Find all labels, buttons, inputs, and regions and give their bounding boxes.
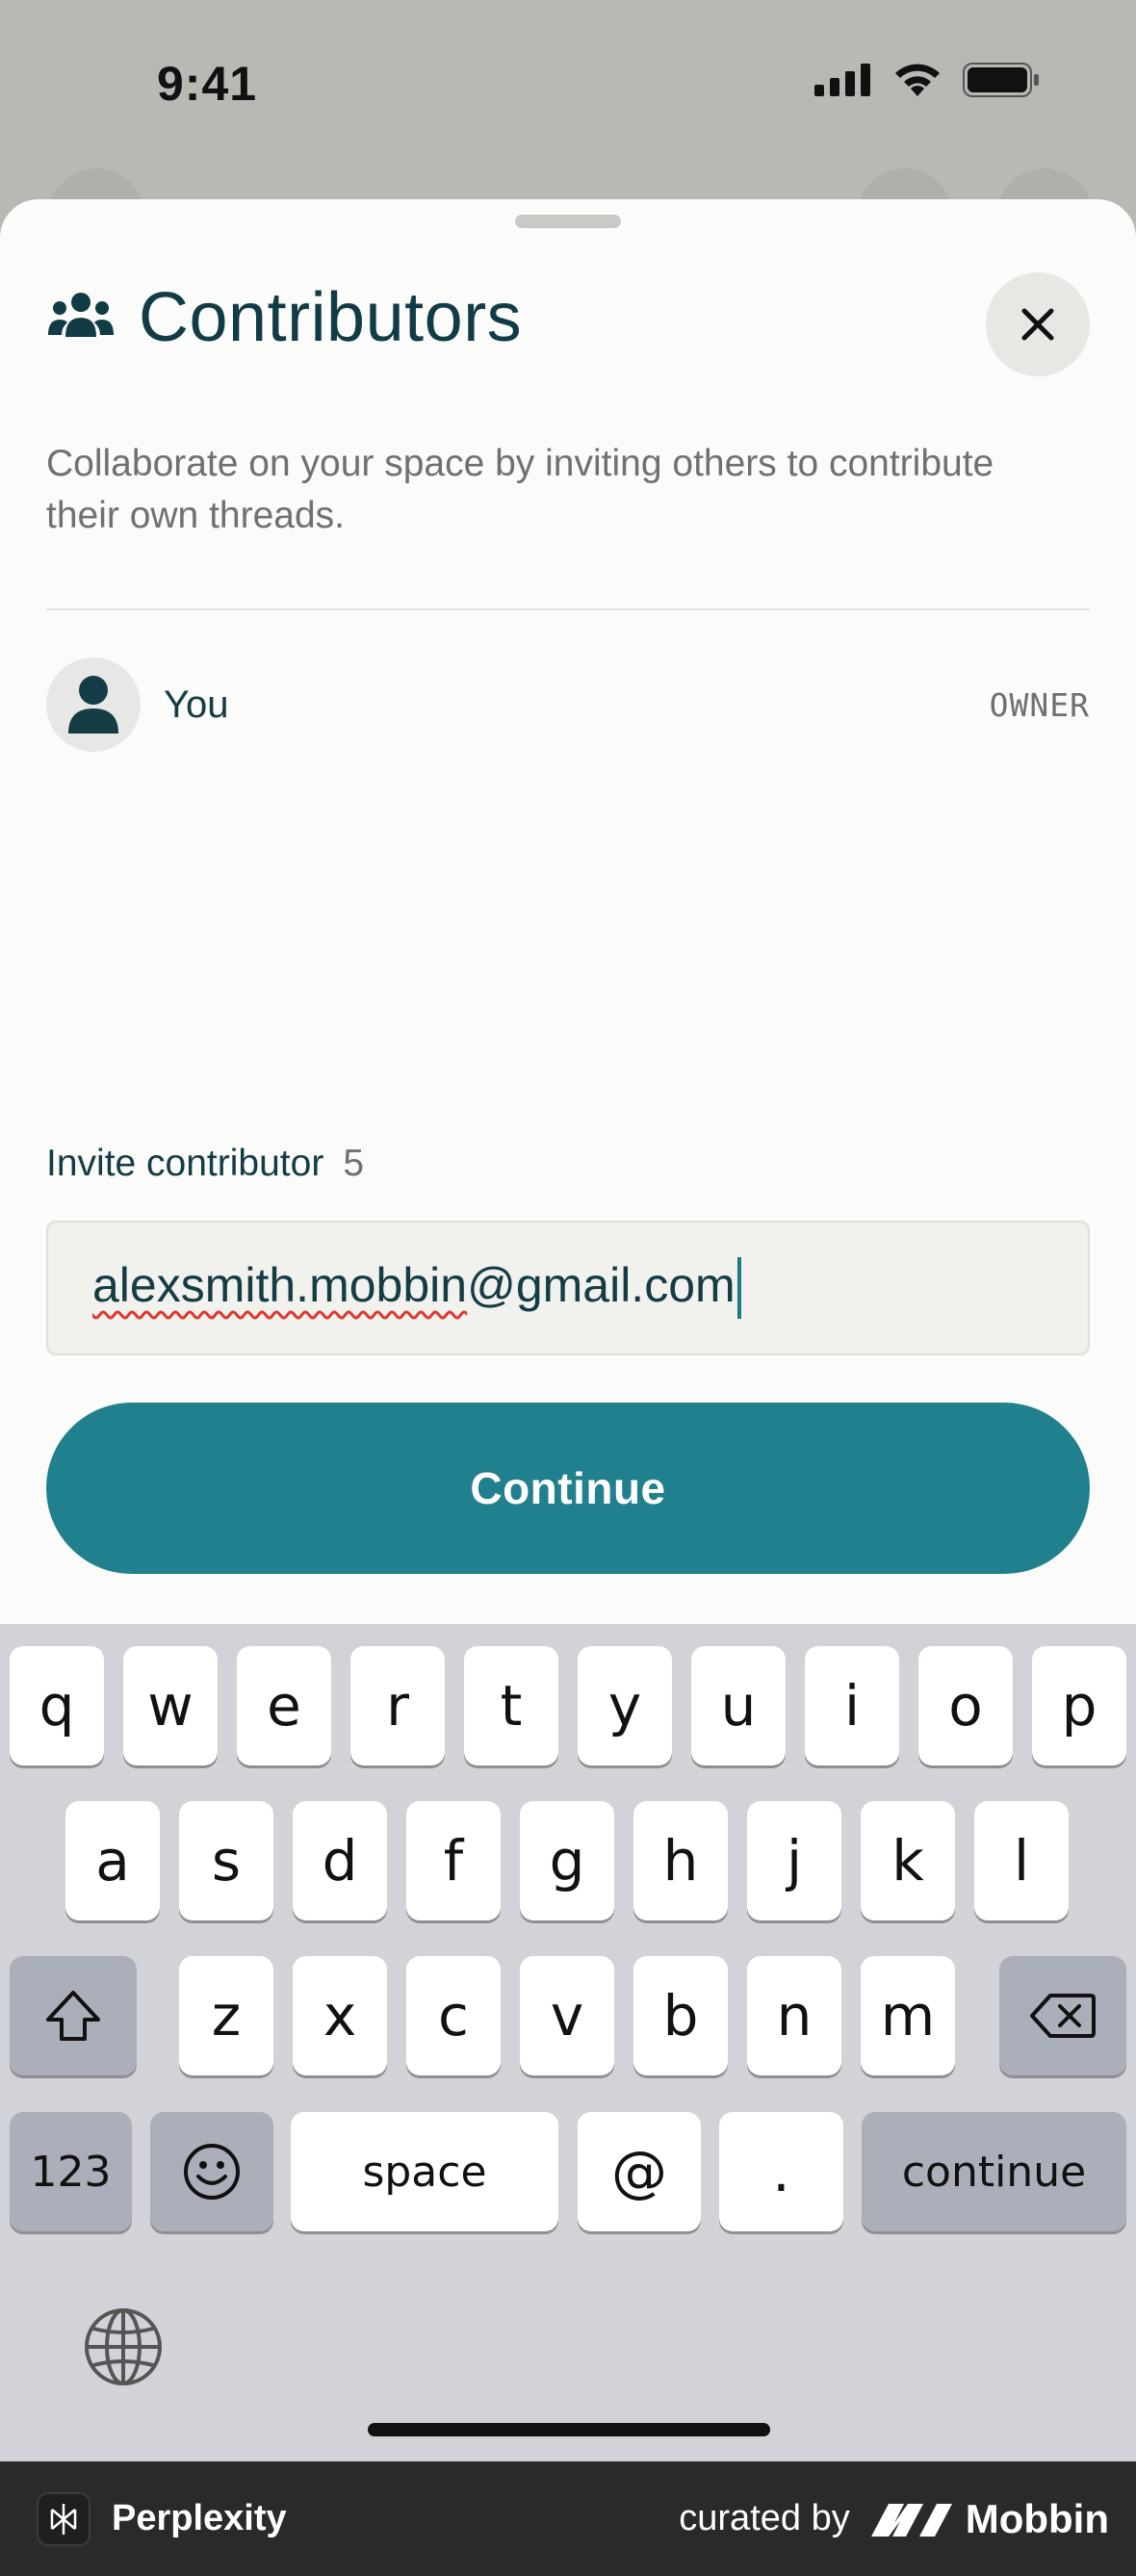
return-key[interactable]: continue — [862, 2112, 1126, 2231]
numbers-key[interactable]: 123 — [10, 2112, 132, 2231]
key-u[interactable]: u — [691, 1646, 786, 1765]
sheet-header: Contributors — [46, 278, 522, 357]
key-e[interactable]: e — [237, 1646, 331, 1765]
sheet-title: Contributors — [139, 279, 523, 356]
invite-label-text: Invite contributor — [46, 1143, 324, 1184]
email-value: alexsmith.mobbin@gmail.com — [92, 1257, 741, 1320]
app-name: Perplexity — [112, 2498, 287, 2538]
key-x[interactable]: x — [293, 1956, 387, 2075]
key-r[interactable]: r — [350, 1646, 445, 1765]
backspace-icon — [1030, 1994, 1096, 2038]
key-n[interactable]: n — [747, 1956, 841, 2075]
email-rest: @gmail.com — [467, 1257, 736, 1312]
sheet-description: Collaborate on your space by inviting ot… — [46, 443, 994, 536]
curator-brand: curated by Mobbin — [679, 2496, 1109, 2542]
shift-icon — [46, 1991, 100, 2041]
status-icons — [814, 62, 1040, 98]
sheet-grabber[interactable] — [515, 215, 621, 228]
key-f[interactable]: f — [406, 1801, 501, 1920]
key-k[interactable]: k — [861, 1801, 955, 1920]
divider — [46, 608, 1090, 610]
close-button[interactable] — [986, 272, 1090, 376]
member-row: You OWNER — [46, 657, 1090, 752]
avatar — [46, 657, 141, 752]
email-misspelled-part: alexsmith.mobbin — [92, 1257, 468, 1312]
key-o[interactable]: o — [918, 1646, 1013, 1765]
shift-key[interactable] — [10, 1956, 137, 2075]
space-key[interactable]: space — [291, 2112, 558, 2231]
member-role: OWNER — [989, 685, 1090, 724]
key-w[interactable]: w — [123, 1646, 218, 1765]
globe-icon[interactable] — [82, 2306, 165, 2388]
key-s[interactable]: s — [179, 1801, 273, 1920]
emoji-icon — [184, 2144, 240, 2200]
invite-label: Invite contributor 5 — [46, 1143, 364, 1185]
perplexity-logo-icon — [37, 2491, 90, 2546]
dot-key[interactable]: . — [719, 2112, 843, 2231]
close-icon — [1021, 308, 1054, 341]
status-time: 9:41 — [157, 57, 258, 111]
key-l[interactable]: l — [974, 1801, 1069, 1920]
attribution-footer: Perplexity curated by Mobbin — [0, 2461, 1136, 2576]
battery-icon — [963, 63, 1039, 97]
key-d[interactable]: d — [293, 1801, 387, 1920]
key-g[interactable]: g — [520, 1801, 614, 1920]
curated-by-label: curated by — [679, 2498, 850, 2538]
key-y[interactable]: y — [578, 1646, 672, 1765]
key-a[interactable]: a — [65, 1801, 160, 1920]
member-name: You — [164, 683, 229, 726]
at-key[interactable]: @ — [578, 2112, 701, 2231]
home-indicator — [368, 2423, 770, 2436]
key-m[interactable]: m — [861, 1956, 955, 2075]
key-b[interactable]: b — [633, 1956, 728, 2075]
app-brand: Perplexity — [37, 2491, 287, 2546]
invite-count: 5 — [343, 1143, 365, 1184]
users-icon — [48, 293, 114, 337]
mobbin-logo-icon — [870, 2503, 952, 2537]
curator-name: Mobbin — [965, 2495, 1109, 2541]
key-z[interactable]: z — [179, 1956, 273, 2075]
emoji-key[interactable] — [150, 2112, 273, 2231]
cellular-signal-icon — [814, 64, 870, 96]
person-icon — [68, 676, 118, 734]
key-p[interactable]: p — [1032, 1646, 1126, 1765]
key-j[interactable]: j — [747, 1801, 841, 1920]
key-c[interactable]: c — [406, 1956, 501, 2075]
key-h[interactable]: h — [633, 1801, 728, 1920]
backspace-key[interactable] — [999, 1956, 1126, 2075]
status-bar: 9:41 — [0, 0, 1136, 173]
continue-button[interactable]: Continue — [46, 1403, 1090, 1574]
mobbin-brand: Mobbin — [869, 2496, 1109, 2542]
text-caret — [736, 1257, 741, 1320]
email-input[interactable]: alexsmith.mobbin@gmail.com — [46, 1221, 1090, 1355]
key-t[interactable]: t — [464, 1646, 558, 1765]
key-i[interactable]: i — [805, 1646, 899, 1765]
key-q[interactable]: q — [10, 1646, 104, 1765]
key-v[interactable]: v — [520, 1956, 614, 2075]
wifi-icon — [895, 64, 940, 96]
